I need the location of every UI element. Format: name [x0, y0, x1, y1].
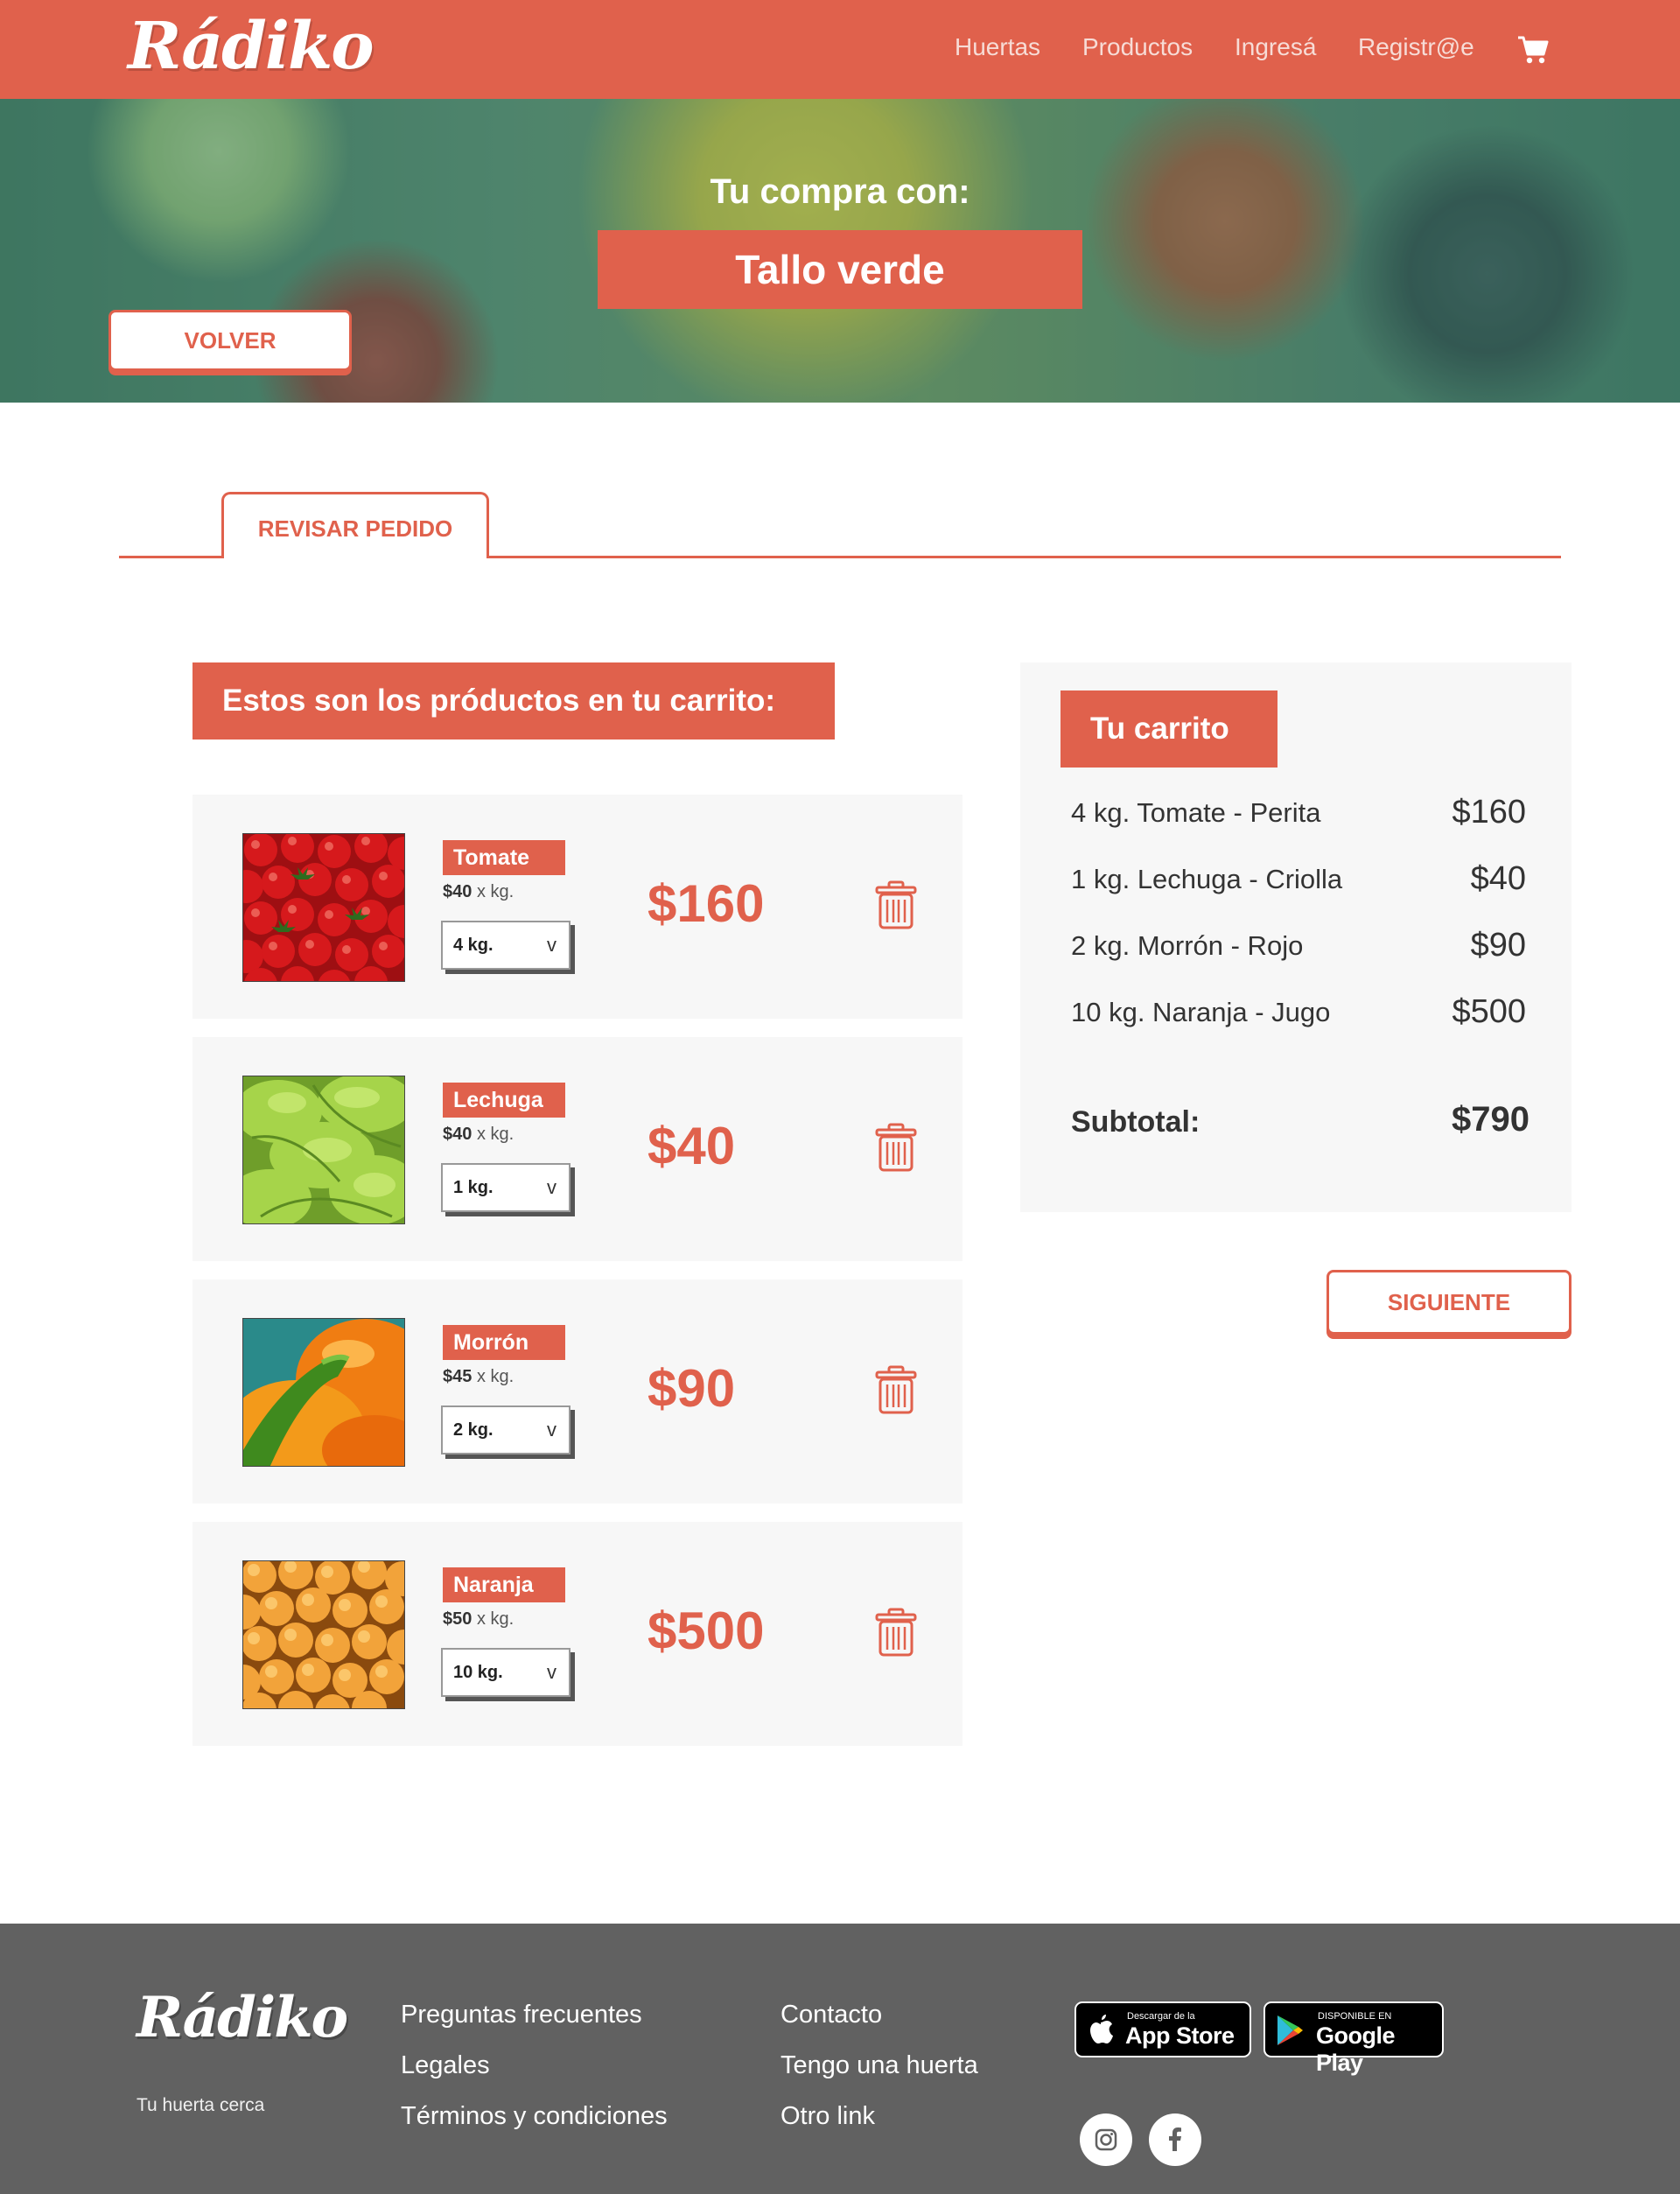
apple-icon: [1090, 2015, 1113, 2043]
quantity-select[interactable]: 2 kg. v: [441, 1405, 570, 1454]
chevron-down-icon: v: [547, 1419, 556, 1440]
summary-row-desc: 10 kg. Naranja - Jugo: [1071, 997, 1331, 1027]
footer-link-faq[interactable]: Preguntas frecuentes: [401, 2001, 642, 2029]
trash-icon[interactable]: [875, 880, 917, 929]
product-card-naranja: Naranja $50 x kg. 10 kg. v $500: [192, 1522, 962, 1746]
footer: Rádiko Tu huerta cerca Preguntas frecuen…: [0, 1924, 1680, 2194]
trash-icon[interactable]: [875, 1365, 917, 1414]
instagram-button[interactable]: [1080, 2113, 1132, 2166]
unit-price: $45 x kg.: [443, 1367, 514, 1386]
summary-row-amount: $500: [1452, 993, 1526, 1030]
summary-row: 4 kg. Tomate - Perita $160: [1071, 794, 1526, 831]
product-name: Lechuga: [443, 1083, 565, 1118]
summary-row-amount: $40: [1470, 860, 1526, 897]
summary-row: 10 kg. Naranja - Jugo $500: [1071, 993, 1526, 1030]
app-store-small: Descargar de la: [1127, 2011, 1195, 2022]
app-store-badge[interactable]: Descargar de la App Store: [1074, 2001, 1251, 2057]
line-total: $500: [648, 1602, 765, 1660]
footer-tagline: Tu huerta cerca: [136, 2095, 265, 2115]
tomato-image: [242, 833, 405, 982]
line-total: $40: [648, 1117, 736, 1175]
next-button[interactable]: SIGUIENTE: [1326, 1270, 1572, 1335]
cart-summary: Tu carrito 4 kg. Tomate - Perita $160 1 …: [1020, 662, 1572, 1212]
footer-link-huerta[interactable]: Tengo una huerta: [780, 2051, 978, 2080]
footer-link-terminos[interactable]: Términos y condiciones: [401, 2102, 668, 2131]
summary-row-amount: $160: [1452, 794, 1526, 831]
product-card-lechuga: Lechuga $40 x kg. 1 kg. v $40: [192, 1037, 962, 1261]
back-button[interactable]: VOLVER: [108, 310, 352, 371]
unit-price: $50 x kg.: [443, 1609, 514, 1629]
product-name: Tomate: [443, 840, 565, 875]
nav-productos[interactable]: Productos: [1082, 33, 1193, 61]
footer-logo[interactable]: Rádiko: [136, 1985, 348, 2050]
product-name: Naranja: [443, 1567, 565, 1602]
nav-registrate[interactable]: Registr@e: [1358, 33, 1474, 61]
trash-icon[interactable]: [875, 1608, 917, 1657]
summary-row: 1 kg. Lechuga - Criolla $40: [1071, 860, 1526, 897]
google-play-icon: [1278, 2015, 1303, 2045]
instagram-icon: [1095, 2128, 1117, 2151]
google-play-label: Google Play: [1316, 2022, 1396, 2076]
summary-title: Tu carrito: [1060, 690, 1278, 768]
hero-subtitle: Tu compra con:: [710, 172, 970, 211]
summary-row-desc: 2 kg. Morrón - Rojo: [1071, 930, 1304, 961]
line-total: $90: [648, 1359, 736, 1418]
product-name: Morrón: [443, 1325, 565, 1360]
chevron-down-icon: v: [547, 1176, 556, 1198]
subtotal-value: $790: [1452, 1100, 1530, 1139]
products-heading: Estos son los próductos en tu carrito:: [192, 662, 835, 740]
footer-link-legales[interactable]: Legales: [401, 2051, 490, 2080]
line-total: $160: [648, 874, 765, 933]
quantity-select[interactable]: 4 kg. v: [441, 921, 570, 970]
facebook-button[interactable]: [1149, 2113, 1201, 2166]
product-card-morron: Morrón $45 x kg. 2 kg. v $90: [192, 1279, 962, 1504]
nav-huertas[interactable]: Huertas: [955, 33, 1040, 61]
summary-row-desc: 4 kg. Tomate - Perita: [1071, 797, 1321, 828]
google-play-small: DISPONIBLE EN: [1318, 2011, 1392, 2022]
store-name-banner: Tallo verde: [598, 230, 1082, 309]
nav-ingresa[interactable]: Ingresá: [1235, 33, 1316, 61]
unit-price: $40 x kg.: [443, 1125, 514, 1144]
chevron-down-icon: v: [547, 934, 556, 956]
summary-row: 2 kg. Morrón - Rojo $90: [1071, 927, 1526, 964]
hero-banner: Tu compra con: Tallo verde VOLVER: [0, 99, 1680, 403]
orange-image: [242, 1560, 405, 1709]
trash-icon[interactable]: [875, 1123, 917, 1172]
product-card-tomate: Tomate $40 x kg. 4 kg. v $160: [192, 795, 962, 1019]
summary-row-desc: 1 kg. Lechuga - Criolla: [1071, 864, 1343, 894]
subtotal-label: Subtotal:: [1071, 1105, 1200, 1139]
lettuce-image: [242, 1076, 405, 1224]
tab-revisar-pedido[interactable]: REVISAR PEDIDO: [221, 492, 489, 558]
pepper-image: [242, 1318, 405, 1467]
facebook-icon: [1169, 2127, 1181, 2151]
chevron-down-icon: v: [547, 1661, 556, 1683]
main-nav: Huertas Productos Ingresá Registr@e: [0, 33, 1680, 68]
footer-link-otro[interactable]: Otro link: [780, 2102, 875, 2131]
top-header: Rádiko Huertas Productos Ingresá Registr…: [0, 0, 1680, 99]
unit-price: $40 x kg.: [443, 882, 514, 901]
footer-link-contacto[interactable]: Contacto: [780, 2001, 882, 2029]
summary-row-amount: $90: [1470, 927, 1526, 964]
quantity-select[interactable]: 10 kg. v: [441, 1648, 570, 1697]
quantity-select[interactable]: 1 kg. v: [441, 1163, 570, 1212]
app-store-label: App Store: [1125, 2022, 1235, 2049]
google-play-badge[interactable]: DISPONIBLE EN Google Play: [1264, 2001, 1444, 2076]
cart-icon[interactable]: [1517, 35, 1549, 65]
